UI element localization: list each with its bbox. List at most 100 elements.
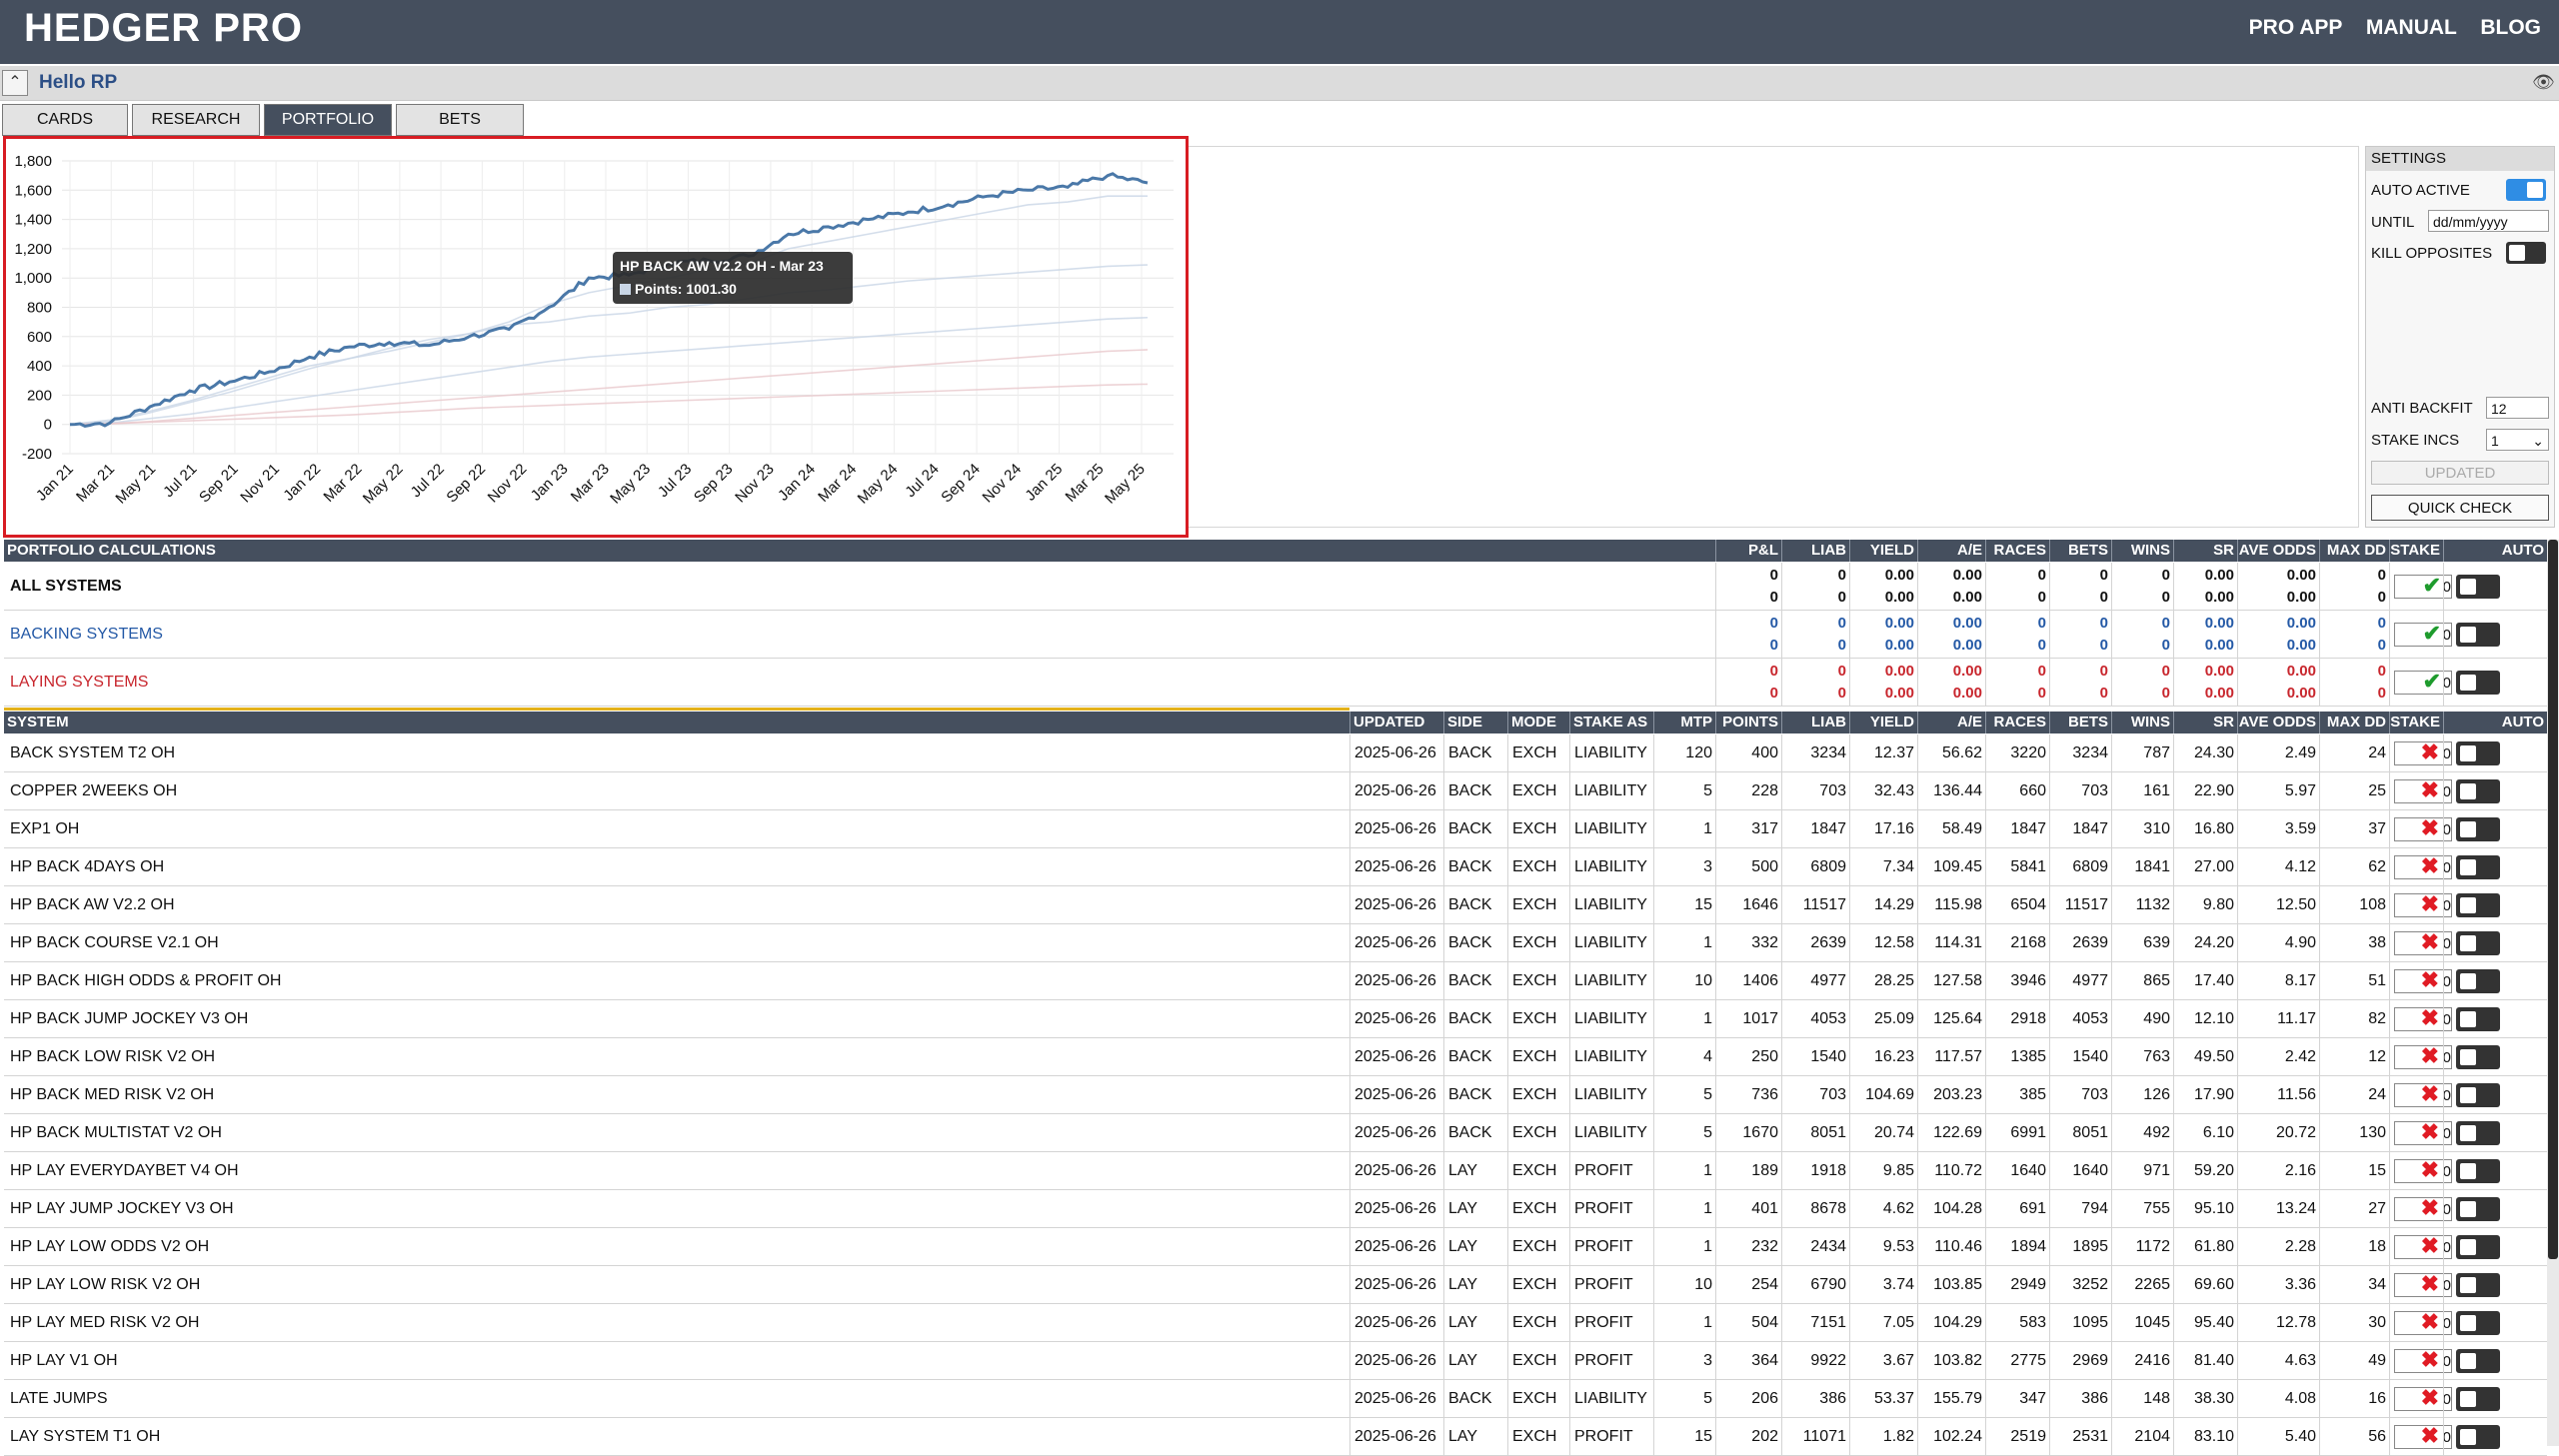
- system-auto-cell: [2443, 734, 2547, 771]
- close-icon[interactable]: ✖: [2421, 1157, 2439, 1183]
- system-cell: 37: [2319, 810, 2389, 847]
- updated-button[interactable]: UPDATED: [2371, 461, 2549, 485]
- eye-icon[interactable]: 👁: [2532, 72, 2555, 93]
- system-cell: 34: [2319, 1266, 2389, 1303]
- system-auto-toggle[interactable]: [2456, 1159, 2500, 1183]
- table-row[interactable]: HP BACK COURSE V2.1 OH 2025-06-26 BACK EXCH…: [4, 924, 2547, 962]
- close-icon[interactable]: ✖: [2421, 967, 2439, 993]
- nav-blog[interactable]: BLOG: [2480, 16, 2541, 39]
- system-cell: 2025-06-26: [1349, 962, 1443, 999]
- table-row[interactable]: HP LAY V1 OH 2025-06-26 LAY EXCH PROFIT 3 364 9…: [4, 1342, 2547, 1380]
- close-icon[interactable]: ✖: [2421, 1423, 2439, 1449]
- table-row[interactable]: HP BACK AW V2.2 OH 2025-06-26 BACK EXCH LIAB…: [4, 886, 2547, 924]
- close-icon[interactable]: ✖: [2421, 853, 2439, 879]
- portfolio-stake-cell: 0 ✔: [2389, 659, 2452, 706]
- system-auto-toggle[interactable]: [2456, 931, 2500, 955]
- close-icon[interactable]: ✖: [2421, 1233, 2439, 1259]
- close-icon[interactable]: ✖: [2421, 1309, 2439, 1335]
- system-cell: 1646: [1715, 886, 1781, 923]
- system-auto-toggle[interactable]: [2456, 1349, 2500, 1373]
- close-icon[interactable]: ✖: [2421, 1385, 2439, 1411]
- table-row[interactable]: HP LAY LOW RISK V2 OH 2025-06-26 LAY EXCH PR…: [4, 1266, 2547, 1304]
- table-row[interactable]: HP BACK LOW RISK V2 OH 2025-06-26 BACK EXCH…: [4, 1038, 2547, 1076]
- table-row[interactable]: HP BACK MULTISTAT V2 OH 2025-06-26 BACK EXC…: [4, 1114, 2547, 1152]
- portfolio-auto-toggle[interactable]: [2456, 575, 2500, 599]
- portfolio-value-line1: 0: [1837, 663, 1846, 680]
- portfolio-value-cell: 00: [2111, 611, 2173, 658]
- system-auto-toggle[interactable]: [2456, 1045, 2500, 1069]
- system-auto-toggle[interactable]: [2456, 1425, 2500, 1449]
- stake-incs-select[interactable]: 1 ⌄: [2486, 429, 2549, 451]
- table-row[interactable]: LATE JUMPS 2025-06-26 BACK EXCH LIABILITY 5 20…: [4, 1380, 2547, 1418]
- scrollbar-thumb[interactable]: [2548, 540, 2558, 1259]
- table-row[interactable]: BACK SYSTEM T2 OH 2025-06-26 BACK EXCH LIABI…: [4, 734, 2547, 772]
- system-auto-toggle[interactable]: [2456, 1083, 2500, 1107]
- system-cell: 38.30: [2173, 1380, 2237, 1417]
- table-row[interactable]: HP LAY JUMP JOCKEY V3 OH 2025-06-26 LAY EXC…: [4, 1190, 2547, 1228]
- close-icon[interactable]: ✖: [2421, 1271, 2439, 1297]
- kill-opposites-toggle[interactable]: [2506, 242, 2546, 264]
- tab-research[interactable]: RESEARCH: [132, 104, 260, 136]
- table-row[interactable]: HP BACK MED RISK V2 OH 2025-06-26 BACK EXCH…: [4, 1076, 2547, 1114]
- system-cell: 9.85: [1849, 1152, 1917, 1189]
- system-auto-toggle[interactable]: [2456, 1197, 2500, 1221]
- table-row[interactable]: HP BACK HIGH ODDS & PROFIT OH 2025-06-26 B…: [4, 962, 2547, 1000]
- auto-active-toggle[interactable]: [2506, 179, 2546, 201]
- system-auto-toggle[interactable]: [2456, 855, 2500, 879]
- system-cell: 1172: [2111, 1228, 2173, 1265]
- system-cell: 58.49: [1917, 810, 1985, 847]
- close-icon[interactable]: ✖: [2421, 815, 2439, 841]
- table-row[interactable]: HP LAY EVERYDAYBET V4 OH 2025-06-26 LAY EXC…: [4, 1152, 2547, 1190]
- anti-backfit-input[interactable]: 12: [2486, 397, 2549, 419]
- system-stake-cell: 0 ✖: [2389, 1418, 2452, 1455]
- x-tick-label: May 25: [1102, 461, 1149, 508]
- system-auto-toggle[interactable]: [2456, 779, 2500, 803]
- system-auto-toggle[interactable]: [2456, 969, 2500, 993]
- table-row[interactable]: HP LAY LOW ODDS V2 OH 2025-06-26 LAY EXCH PR…: [4, 1228, 2547, 1266]
- table-row[interactable]: LAY SYSTEM T1 OH 2025-06-26 LAY EXCH PROFIT 1…: [4, 1418, 2547, 1456]
- table-row[interactable]: EXP1 OH 2025-06-26 BACK EXCH LIABILITY 1 317 18…: [4, 810, 2547, 848]
- table-row[interactable]: COPPER 2WEEKS OH 2025-06-26 BACK EXCH LIABIL…: [4, 772, 2547, 810]
- system-cell: 1: [1653, 1000, 1715, 1037]
- system-cell: 2.16: [2237, 1152, 2319, 1189]
- close-icon[interactable]: ✖: [2421, 929, 2439, 955]
- quick-check-button[interactable]: QUICK CHECK: [2371, 495, 2549, 521]
- system-auto-toggle[interactable]: [2456, 1387, 2500, 1411]
- close-icon[interactable]: ✖: [2421, 1081, 2439, 1107]
- tab-portfolio[interactable]: PORTFOLIO: [264, 104, 392, 136]
- system-cell: 763: [2111, 1038, 2173, 1075]
- portfolio-auto-toggle[interactable]: [2456, 671, 2500, 695]
- close-icon[interactable]: ✖: [2421, 1347, 2439, 1373]
- close-icon[interactable]: ✖: [2421, 1043, 2439, 1069]
- close-icon[interactable]: ✖: [2421, 891, 2439, 917]
- system-stake-cell: 0 ✖: [2389, 1228, 2452, 1265]
- system-auto-toggle[interactable]: [2456, 817, 2500, 841]
- system-auto-cell: [2443, 924, 2547, 961]
- tab-bets[interactable]: BETS: [396, 104, 524, 136]
- system-auto-toggle[interactable]: [2456, 1235, 2500, 1259]
- close-icon[interactable]: ✖: [2421, 1195, 2439, 1221]
- table-row[interactable]: HP BACK 4DAYS OH 2025-06-26 BACK EXCH LIABIL…: [4, 848, 2547, 886]
- close-icon[interactable]: ✖: [2421, 1119, 2439, 1145]
- portfolio-value-line2: 0: [1837, 589, 1846, 606]
- nav-pro-app[interactable]: PRO APP: [2249, 16, 2342, 39]
- table-row[interactable]: HP BACK JUMP JOCKEY V3 OH 2025-06-26 BACK E…: [4, 1000, 2547, 1038]
- system-auto-toggle[interactable]: [2456, 1311, 2500, 1335]
- x-tick-label: Jan 23: [528, 461, 572, 505]
- system-auto-toggle[interactable]: [2456, 1007, 2500, 1031]
- system-auto-toggle[interactable]: [2456, 1121, 2500, 1145]
- system-auto-toggle[interactable]: [2456, 741, 2500, 765]
- portfolio-auto-toggle[interactable]: [2456, 623, 2500, 647]
- portfolio-value-line2: 0: [2037, 685, 2046, 702]
- table-row[interactable]: HP LAY MED RISK V2 OH 2025-06-26 LAY EXCH PR…: [4, 1304, 2547, 1342]
- system-auto-toggle[interactable]: [2456, 1273, 2500, 1297]
- tab-cards[interactable]: CARDS: [2, 104, 128, 136]
- close-icon[interactable]: ✖: [2421, 1005, 2439, 1031]
- collapse-up-icon[interactable]: ⌃: [2, 70, 28, 96]
- close-icon[interactable]: ✖: [2421, 777, 2439, 803]
- nav-manual[interactable]: MANUAL: [2366, 16, 2457, 39]
- until-date-input[interactable]: dd/mm/yyyy: [2428, 210, 2549, 232]
- portfolio-value-line1: 0: [2161, 615, 2170, 632]
- system-auto-toggle[interactable]: [2456, 893, 2500, 917]
- close-icon[interactable]: ✖: [2421, 739, 2439, 765]
